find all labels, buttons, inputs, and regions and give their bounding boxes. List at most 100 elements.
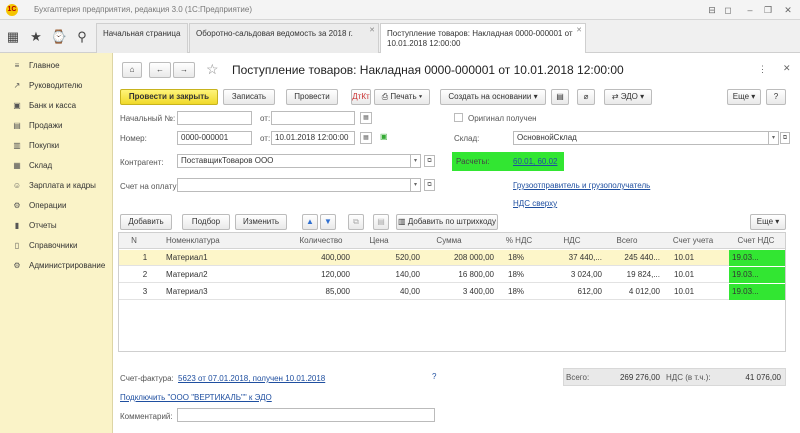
operations-icon: ⚙ — [13, 201, 21, 210]
warehouse-input[interactable]: ОсновнойСклад — [513, 131, 769, 145]
table-more-button[interactable]: Еще ▾ — [750, 214, 786, 230]
history-icon[interactable]: ⌚ — [50, 28, 68, 46]
column-header[interactable]: Номенклатура — [163, 233, 237, 249]
pick-button[interactable]: Подбор — [182, 214, 230, 230]
row-total: 19 824,... — [626, 270, 660, 279]
counterparty-open-icon[interactable]: ⧉ — [424, 155, 435, 167]
table-header: N Номенклатура Количество Цена Сумма % Н… — [119, 233, 785, 249]
warehouse-label: Склад: — [454, 134, 480, 143]
post-button[interactable]: Провести — [286, 89, 338, 105]
create-based-on-button[interactable]: Создать на основании ▾ — [440, 89, 546, 105]
row-vat-account: 19.03... — [729, 267, 785, 283]
forward-button[interactable]: → — [173, 62, 195, 78]
column-header[interactable]: Количество — [291, 233, 351, 249]
sidebar-item-warehouse[interactable]: ▦ Склад — [0, 156, 113, 176]
column-header[interactable]: N — [119, 233, 149, 249]
column-header[interactable]: Счет НДС — [729, 233, 783, 249]
original-received-checkbox[interactable] — [454, 113, 463, 122]
table-row[interactable]: 2 Материал2 120,000 140,00 16 800,00 18%… — [119, 267, 785, 283]
tab-home[interactable]: Начальная страница — [96, 23, 188, 53]
calendar-icon[interactable]: ▦ — [360, 132, 372, 144]
back-button[interactable]: ← — [149, 62, 171, 78]
home-button[interactable]: ⌂ — [122, 62, 142, 78]
invoice-help-link[interactable]: ? — [432, 372, 436, 381]
window-minimize-icon[interactable]: – — [744, 4, 756, 16]
date-label: от: — [260, 134, 271, 143]
row-price: 40,00 — [399, 287, 420, 296]
column-header[interactable]: Всего — [607, 233, 647, 249]
close-icon[interactable]: ✕ — [783, 63, 791, 74]
sidebar-item-main[interactable]: ≡ Главное — [0, 56, 113, 76]
save-button[interactable]: Записать — [223, 89, 275, 105]
sidebar-item-admin[interactable]: ⚙ Администрирование — [0, 256, 113, 276]
favorites-star-icon[interactable]: ★ — [27, 28, 45, 46]
help-button[interactable]: ? — [766, 89, 786, 105]
tab-close-icon[interactable]: ✕ — [576, 26, 582, 36]
counterparty-dropdown-icon[interactable]: ▾ — [411, 154, 421, 168]
window-restore-icon[interactable]: ◻ — [722, 4, 734, 16]
tab-receipt-document[interactable]: Поступление товаров: Накладная 0000-0000… — [380, 23, 586, 54]
search-icon[interactable]: ⚲ — [73, 28, 91, 46]
comment-input[interactable] — [177, 408, 435, 422]
table-row[interactable]: 1 Материал1 400,000 520,00 208 000,00 18… — [119, 250, 785, 266]
connect-edo-link[interactable]: Подключить "ООО "ВЕРТИКАЛЬ"" к ЭДО — [120, 393, 272, 402]
more-button[interactable]: Еще ▾ — [727, 89, 761, 105]
posting-journal-icon[interactable]: ДтКт — [351, 89, 371, 105]
more-label: Еще — [732, 92, 750, 101]
sidebar-item-bank[interactable]: ▣ Банк и касса — [0, 96, 113, 116]
payment-invoice-dropdown-icon[interactable]: ▾ — [411, 178, 421, 192]
more-icon[interactable]: ⋮ — [758, 64, 767, 75]
sidebar-item-operations[interactable]: ⚙ Операции — [0, 196, 113, 216]
sidebar-item-salary[interactable]: ☺ Зарплата и кадры — [0, 176, 113, 196]
warehouse-open-icon[interactable]: ⧉ — [780, 132, 790, 144]
column-header[interactable]: НДС — [552, 233, 592, 249]
tab-close-icon[interactable]: ✕ — [369, 26, 375, 36]
date-input[interactable]: 10.01.2018 12:00:00 — [271, 131, 355, 145]
paste-icon[interactable]: ▤ — [373, 214, 389, 230]
invoice-link[interactable]: 5623 от 07.01.2018, получен 10.01.2018 — [178, 374, 325, 383]
column-header[interactable]: Цена — [354, 233, 404, 249]
change-button[interactable]: Изменить — [235, 214, 287, 230]
counterparty-input[interactable]: ПоставщикТоваров ООО — [177, 154, 411, 168]
sidebar-item-sales[interactable]: ▤ Продажи — [0, 116, 113, 136]
settlements-link[interactable]: 60.01, 60.02 — [513, 157, 557, 166]
initial-number-input[interactable] — [177, 111, 252, 125]
tab-balance-sheet[interactable]: Оборотно-сальдовая ведомость за 2018 г. … — [189, 23, 379, 53]
add-by-barcode-button[interactable]: ▥ Добавить по штрихкоду — [396, 214, 498, 230]
payment-invoice-input[interactable] — [177, 178, 411, 192]
window-menu-icon[interactable]: ⊟ — [706, 4, 718, 16]
shipper-consignee-link[interactable]: Грузоотправитель и грузополучатель — [513, 181, 650, 190]
column-header[interactable]: Сумма — [424, 233, 474, 249]
sidebar-item-catalogs[interactable]: ▯ Справочники — [0, 236, 113, 256]
sales-icon: ▤ — [13, 121, 21, 130]
attachment-icon[interactable]: ⌀ — [577, 89, 595, 105]
table-row[interactable]: 3 Материал3 85,000 40,00 3 400,00 18% 61… — [119, 284, 785, 300]
copy-icon[interactable]: ⧉ — [348, 214, 364, 230]
vat-on-top-link[interactable]: НДС сверху — [513, 199, 557, 208]
favorite-star-icon[interactable]: ☆ — [206, 61, 219, 78]
move-down-icon[interactable]: ▼ — [320, 214, 336, 230]
window-maximize-icon[interactable]: ❐ — [762, 4, 774, 16]
initial-date-input[interactable] — [271, 111, 355, 125]
add-row-button[interactable]: Добавить — [120, 214, 172, 230]
calendar-icon[interactable]: ▦ — [360, 112, 372, 124]
warehouse-dropdown-icon[interactable]: ▾ — [769, 131, 779, 145]
payment-invoice-open-icon[interactable]: ⧉ — [424, 179, 435, 191]
window-close-icon[interactable]: ✕ — [782, 4, 794, 16]
row-quantity: 120,000 — [321, 270, 350, 279]
column-header[interactable]: Счет учета — [665, 233, 721, 249]
number-input[interactable]: 0000-000001 — [177, 131, 252, 145]
edo-button[interactable]: ⇄ ЭДО ▾ — [604, 89, 652, 105]
apps-grid-icon[interactable]: ▦ — [4, 28, 22, 46]
sidebar-item-purchases[interactable]: ▥ Покупки — [0, 136, 113, 156]
sidebar-item-director[interactable]: ↗ Руководителю — [0, 76, 113, 96]
post-and-close-button[interactable]: Провести и закрыть — [120, 89, 218, 105]
sidebar-item-reports[interactable]: ▮ Отчеты — [0, 216, 113, 236]
print-button[interactable]: ⎙ Печать ▾ — [374, 89, 430, 105]
column-header[interactable]: % НДС — [499, 233, 539, 249]
row-vat-rate: 18% — [508, 270, 525, 279]
barcode-icon: ▥ — [398, 217, 408, 226]
document-icon[interactable]: ▤ — [551, 89, 569, 105]
vat-total-value: 41 076,00 — [745, 373, 781, 382]
move-up-icon[interactable]: ▲ — [302, 214, 318, 230]
